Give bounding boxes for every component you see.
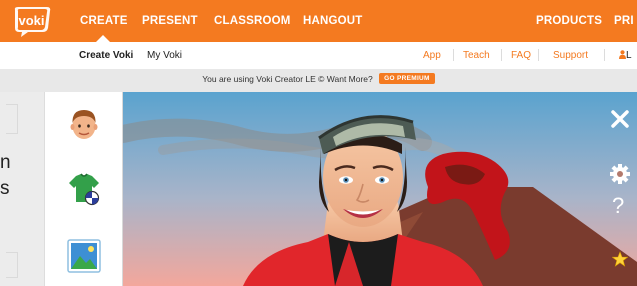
clothing-tool[interactable] — [63, 168, 105, 208]
subnav-teach[interactable]: Teach — [463, 50, 490, 61]
customize-toolbar — [44, 92, 123, 286]
nav-hangout[interactable]: HANGOUT — [303, 15, 363, 27]
voki-logo[interactable]: voki — [10, 4, 54, 38]
background-tool[interactable] — [63, 236, 105, 276]
go-premium-button[interactable]: GO PREMIUM — [379, 73, 435, 85]
subnav-divider — [453, 49, 454, 61]
star-icon[interactable] — [612, 251, 628, 267]
nav-products[interactable]: PRODUCTS — [536, 15, 602, 27]
nav-pricing[interactable]: PRI — [614, 15, 634, 27]
active-nav-indicator — [96, 35, 110, 42]
subnav-my-voki[interactable]: My Voki — [147, 50, 182, 61]
sub-nav-bar: Create Voki My Voki App Teach FAQ Suppor… — [0, 42, 637, 69]
subnav-faq[interactable]: FAQ — [511, 50, 531, 61]
faint-panel-edge — [6, 104, 18, 134]
login-label: L — [626, 50, 632, 61]
nav-classroom[interactable]: CLASSROOM — [214, 15, 291, 27]
clipped-text-line: n — [0, 152, 11, 173]
top-nav-bar: voki CREATE PRESENT CLASSROOM HANGOUT PR… — [0, 0, 637, 42]
settings-gear-icon[interactable] — [610, 164, 630, 184]
subnav-login[interactable]: L — [619, 50, 632, 61]
help-icon[interactable]: ? — [612, 193, 624, 219]
subnav-divider — [538, 49, 539, 61]
voki-stage[interactable]: ? — [123, 92, 637, 286]
avatar-scene — [123, 92, 637, 286]
logo-text: voki — [18, 13, 44, 28]
subnav-divider — [501, 49, 502, 61]
subnav-support[interactable]: Support — [553, 50, 588, 61]
faint-panel-edge — [6, 252, 18, 278]
clipped-text-line: s — [0, 178, 10, 199]
character-head-icon — [70, 110, 98, 139]
premium-banner: You are using Voki Creator LE © Want Mor… — [0, 73, 637, 85]
subnav-create-voki[interactable]: Create Voki — [79, 50, 133, 61]
nav-create[interactable]: CREATE — [80, 15, 128, 27]
subnav-divider — [604, 49, 605, 61]
nav-present[interactable]: PRESENT — [142, 15, 198, 27]
subnav-app[interactable]: App — [423, 50, 441, 61]
close-icon[interactable] — [611, 110, 629, 128]
user-icon — [619, 50, 626, 59]
banner-text: You are using Voki Creator LE © Want Mor… — [202, 73, 373, 84]
background-image-icon — [67, 239, 101, 273]
character-tool[interactable] — [63, 104, 105, 144]
clothing-shirt-icon — [69, 173, 100, 206]
